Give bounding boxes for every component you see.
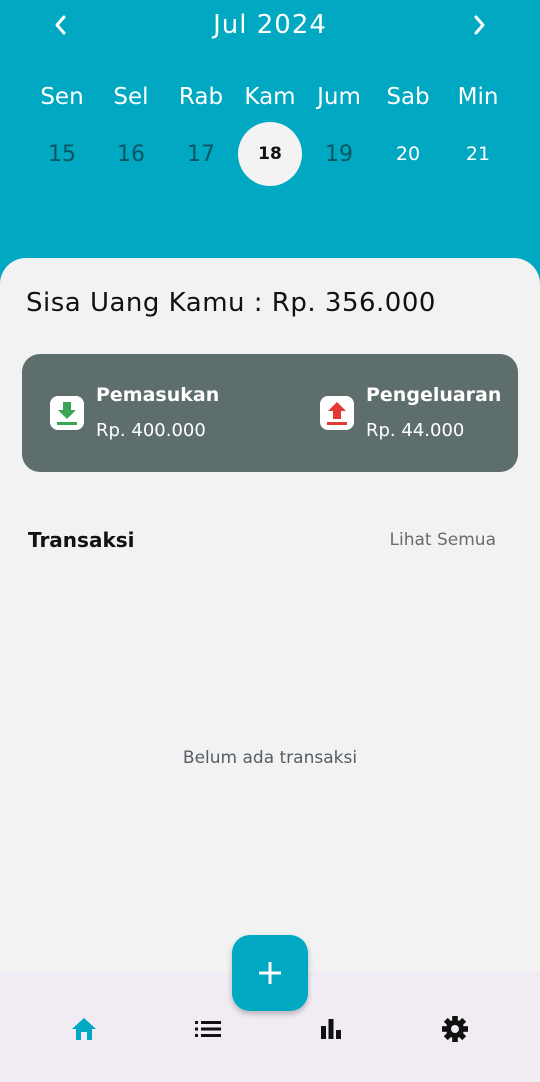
gear-icon bbox=[442, 1016, 468, 1042]
chevron-right-icon bbox=[474, 15, 485, 35]
expense-label: Pengeluaran bbox=[366, 384, 502, 406]
expense-icon-box bbox=[320, 396, 354, 430]
date-cell[interactable]: 16 bbox=[99, 122, 163, 186]
transactions-title: Transaksi bbox=[28, 528, 135, 552]
next-month-button[interactable] bbox=[460, 8, 500, 42]
expense-value: Rp. 44.000 bbox=[366, 420, 465, 441]
weekday-label: Rab bbox=[178, 84, 224, 110]
date-cell[interactable]: 19 bbox=[307, 122, 371, 186]
plus-icon bbox=[259, 962, 281, 984]
weekday-row: Sen Sel Rab Kam Jum Sab Min bbox=[0, 82, 540, 112]
list-icon bbox=[195, 1021, 221, 1037]
add-transaction-button[interactable] bbox=[232, 935, 308, 1011]
upload-icon bbox=[327, 402, 347, 425]
income-label: Pemasukan bbox=[96, 384, 220, 406]
bar-chart-icon bbox=[321, 1019, 341, 1039]
home-icon bbox=[72, 1018, 96, 1040]
month-selector: Jul 2024 bbox=[0, 0, 540, 50]
weekday-label: Sel bbox=[113, 84, 149, 110]
selected-date-cell[interactable]: 18 bbox=[238, 122, 302, 186]
nav-list[interactable] bbox=[188, 1012, 228, 1046]
weekday-label: Jum bbox=[317, 84, 361, 110]
weekday-label: Min bbox=[457, 84, 499, 110]
date-cell[interactable]: 15 bbox=[30, 122, 94, 186]
date-cell[interactable]: 20 bbox=[376, 122, 440, 186]
weekday-label: Kam bbox=[244, 84, 296, 110]
weekday-label: Sen bbox=[40, 84, 84, 110]
date-cell[interactable]: 21 bbox=[446, 122, 510, 186]
download-icon bbox=[57, 402, 77, 425]
balance-text: Sisa Uang Kamu : Rp. 356.000 bbox=[26, 288, 436, 318]
nav-settings[interactable] bbox=[435, 1012, 475, 1046]
empty-state-text: Belum ada transaksi bbox=[182, 748, 358, 768]
date-row: 15 16 17 18 19 20 21 bbox=[0, 122, 540, 186]
calendar-header: Jul 2024 Sen Sel Rab Kam Jum Sab Min 15 … bbox=[0, 0, 540, 300]
nav-statistics[interactable] bbox=[311, 1012, 351, 1046]
month-label: Jul 2024 bbox=[213, 10, 327, 40]
see-all-link[interactable]: Lihat Semua bbox=[390, 530, 496, 550]
income-value: Rp. 400.000 bbox=[96, 420, 206, 441]
weekday-label: Sab bbox=[386, 84, 430, 110]
summary-card: Pemasukan Rp. 400.000 Pengeluaran Rp. 44… bbox=[22, 354, 518, 472]
nav-home[interactable] bbox=[64, 1012, 104, 1046]
income-icon-box bbox=[50, 396, 84, 430]
date-cell[interactable]: 17 bbox=[169, 122, 233, 186]
